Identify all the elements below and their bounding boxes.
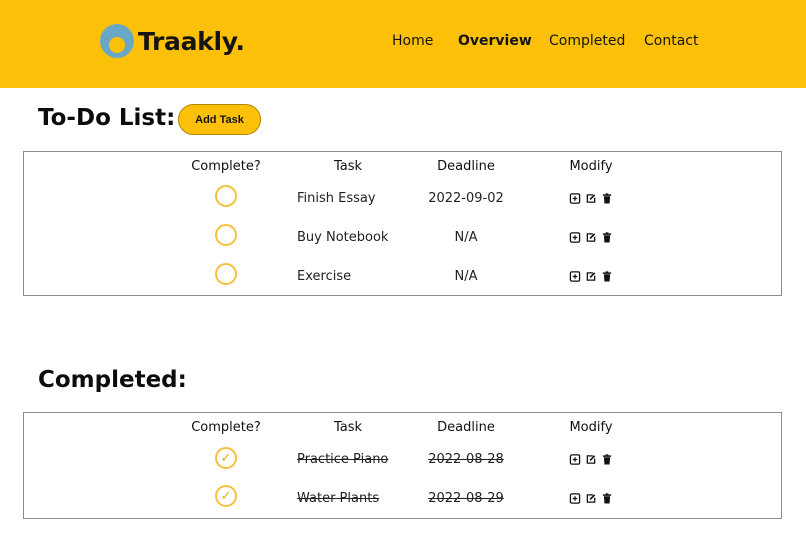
task-name: Finish Essay bbox=[297, 191, 376, 206]
completed-table: Complete? Task Deadline Modify ✓ Practic… bbox=[23, 412, 782, 519]
trash-icon[interactable] bbox=[602, 493, 613, 504]
check-icon: ✓ bbox=[220, 450, 232, 466]
plus-square-icon[interactable] bbox=[569, 193, 581, 204]
header-deadline: Deadline bbox=[437, 159, 495, 174]
edit-icon[interactable] bbox=[586, 271, 597, 282]
modify-actions bbox=[569, 493, 613, 504]
task-name: Buy Notebook bbox=[297, 230, 389, 245]
brand-name: Traakly. bbox=[138, 26, 245, 56]
task-deadline: N/A bbox=[454, 230, 478, 245]
nav-completed[interactable]: Completed bbox=[549, 33, 625, 49]
nav-overview[interactable]: Overview bbox=[458, 33, 532, 49]
complete-checkbox[interactable]: ✓ bbox=[215, 447, 237, 469]
edit-icon[interactable] bbox=[586, 232, 597, 243]
header-modify: Modify bbox=[569, 159, 613, 174]
edit-icon[interactable] bbox=[586, 193, 597, 204]
plus-square-icon[interactable] bbox=[569, 232, 581, 243]
modify-actions bbox=[569, 193, 613, 204]
complete-checkbox[interactable]: ✓ bbox=[215, 485, 237, 507]
task-deadline: 2022-09-02 bbox=[428, 191, 504, 206]
modify-actions bbox=[569, 232, 613, 243]
modify-actions bbox=[569, 271, 613, 282]
add-task-button[interactable]: Add Task bbox=[178, 104, 261, 135]
nav-home[interactable]: Home bbox=[392, 33, 433, 49]
trash-icon[interactable] bbox=[602, 454, 613, 465]
header-modify: Modify bbox=[569, 420, 613, 435]
nav-contact[interactable]: Contact bbox=[644, 33, 698, 49]
top-header: Traakly. Home Overview Completed Contact bbox=[0, 0, 806, 88]
brand-logo[interactable]: Traakly. bbox=[100, 24, 245, 58]
trash-icon[interactable] bbox=[602, 232, 613, 243]
trash-icon[interactable] bbox=[602, 193, 613, 204]
trash-icon[interactable] bbox=[602, 271, 613, 282]
task-deadline: 2022-08-28 bbox=[428, 452, 504, 467]
check-icon: ✓ bbox=[220, 488, 232, 504]
header-complete: Complete? bbox=[191, 420, 261, 435]
todo-title: To-Do List: bbox=[38, 105, 176, 131]
header-task: Task bbox=[333, 159, 363, 174]
complete-checkbox[interactable] bbox=[215, 224, 237, 246]
traakly-logo-icon bbox=[100, 24, 134, 58]
complete-checkbox[interactable] bbox=[215, 263, 237, 285]
task-deadline: 2022-08-29 bbox=[428, 491, 504, 506]
edit-icon[interactable] bbox=[586, 493, 597, 504]
task-name: Practice Piano bbox=[297, 452, 389, 467]
task-deadline: N/A bbox=[454, 269, 478, 284]
todo-table: Complete? Task Deadline Modify Finish Es… bbox=[23, 151, 782, 296]
complete-checkbox[interactable] bbox=[215, 185, 237, 207]
modify-actions bbox=[569, 454, 613, 465]
header-complete: Complete? bbox=[191, 159, 261, 174]
task-name: Exercise bbox=[297, 269, 352, 284]
header-deadline: Deadline bbox=[437, 420, 495, 435]
completed-title: Completed: bbox=[38, 367, 187, 393]
edit-icon[interactable] bbox=[586, 454, 597, 465]
plus-square-icon[interactable] bbox=[569, 454, 581, 465]
header-task: Task bbox=[333, 420, 363, 435]
plus-square-icon[interactable] bbox=[569, 271, 581, 282]
plus-square-icon[interactable] bbox=[569, 493, 581, 504]
task-name: Water Plants bbox=[297, 491, 380, 506]
